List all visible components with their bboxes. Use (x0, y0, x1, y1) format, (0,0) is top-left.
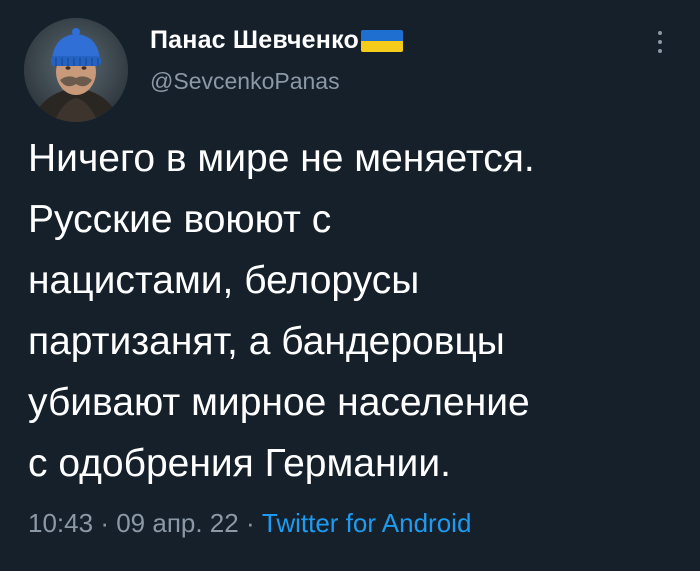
tweet-time[interactable]: 10:43 (28, 508, 93, 538)
tweet-meta: 10:43 · 09 апр. 22 · Twitter for Android (28, 508, 471, 539)
tweet-text-line: партизанят, а бандеровцы (28, 320, 505, 363)
vertical-dots-icon (658, 31, 662, 35)
more-options-button[interactable] (648, 26, 672, 58)
meta-separator: · (245, 508, 255, 538)
display-name-row: Панас Шевченко (150, 22, 403, 58)
tweet-text-line: Ничего в мире не меняется. (28, 137, 535, 180)
ukraine-flag-icon (360, 30, 403, 52)
author-info[interactable]: Панас Шевченко @SevcenkoPanas (150, 22, 403, 95)
tweet-date[interactable]: 09 апр. 22 (116, 508, 239, 538)
display-name[interactable]: Панас Шевченко (150, 26, 359, 55)
tweet-text-line: нацистами, белорусы (28, 259, 420, 302)
tweet-text: Ничего в мире не меняется. Русские воюют… (28, 128, 688, 494)
meta-separator: · (100, 508, 109, 538)
tweet-text-line: убивают мирное население (28, 381, 530, 424)
portrait-avatar-image (24, 18, 128, 122)
vertical-dots-icon-dot-3 (658, 49, 662, 53)
tweet-card: Панас Шевченко @SevcenkoPanas Ничего в м… (0, 0, 700, 571)
tweet-text-line: Русские воюют с (28, 198, 332, 241)
avatar[interactable] (24, 18, 128, 122)
tweet-text-line: с одобрения Германии. (28, 442, 451, 485)
user-handle[interactable]: @SevcenkoPanas (150, 68, 403, 95)
tweet-source-link[interactable]: Twitter for Android (262, 508, 472, 538)
vertical-dots-icon-dot-2 (658, 40, 662, 44)
